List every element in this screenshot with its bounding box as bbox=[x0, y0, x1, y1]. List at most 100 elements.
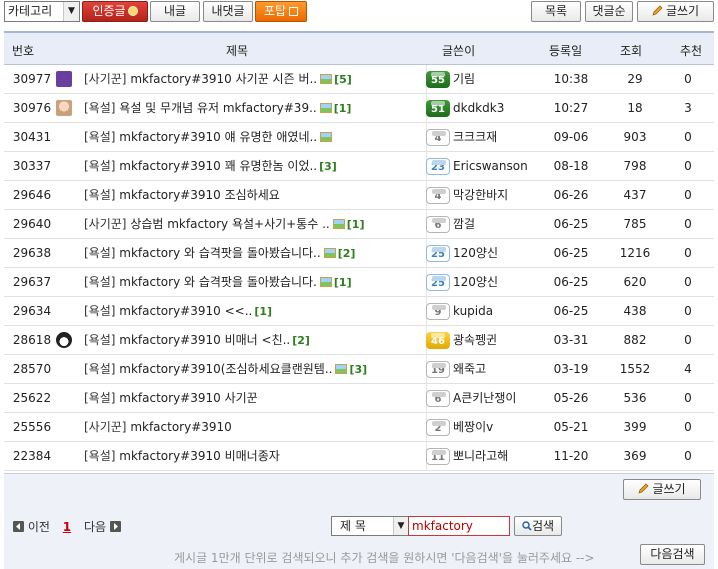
post-title-link[interactable]: mkfactory#3910 사기꾼 bbox=[119, 391, 257, 405]
post-title-cell[interactable]: [욕설] 욕설 및 무개념 유저 mkfactory#39.. [1] bbox=[84, 94, 424, 123]
writer-name[interactable]: 왜죽고 bbox=[453, 362, 486, 376]
table-row[interactable]: 28570 [욕설] mkfactory#3910(조심하세요클랜원템.. [3] 1… bbox=[4, 355, 714, 384]
post-title-link[interactable]: mkfactory#3910 얘 유명한 애였네.. bbox=[119, 130, 317, 144]
table-row[interactable]: 30976 [욕설] 욕설 및 무개념 유저 mkfactory#39.. [1] 5… bbox=[4, 94, 714, 123]
list-button[interactable]: 목록 bbox=[531, 1, 581, 22]
search-button[interactable]: 검색 bbox=[514, 516, 562, 536]
writer-name[interactable]: 광속펭귄 bbox=[453, 333, 497, 347]
writer-cell[interactable]: 46 광속펭귄 bbox=[426, 326, 546, 355]
comment-count[interactable]: [5] bbox=[334, 73, 352, 86]
writer-name[interactable]: 깜걸 bbox=[453, 217, 475, 231]
writer-name[interactable]: 베짱이v bbox=[453, 420, 493, 434]
post-title-cell[interactable]: [욕설] mkfactory 와 습격팟을 돌아봤습니다. [1] bbox=[84, 268, 424, 297]
table-row[interactable]: 25622 [욕설] mkfactory#3910 사기꾼 6 A큰키난쟁이 05-26… bbox=[4, 384, 714, 413]
table-row[interactable]: 30337 [욕설] mkfactory#3910 꽤 유명한놈 이었.. [3] 2… bbox=[4, 152, 714, 181]
post-title-link[interactable]: mkfactory#3910 조심하세요 bbox=[119, 188, 280, 202]
writer-cell[interactable]: 55 기림 bbox=[426, 65, 546, 94]
next-arrow-icon[interactable] bbox=[109, 521, 121, 532]
writer-name[interactable]: Ericswanson bbox=[453, 159, 528, 173]
post-title-link[interactable]: mkfactory#3910 <<.. bbox=[119, 304, 252, 318]
writer-name[interactable]: 기림 bbox=[453, 72, 475, 86]
post-title-link[interactable]: mkfactory#3910 비매너 <친.. bbox=[119, 333, 290, 347]
comment-order-button[interactable]: 댓글순 bbox=[585, 1, 633, 22]
search-field-select[interactable]: 제 목 ▼ bbox=[331, 516, 409, 536]
category-select[interactable]: 카테고리 ▼ bbox=[4, 1, 80, 22]
post-title-cell[interactable]: [욕설] mkfactory#3910 <<.. [1] bbox=[84, 297, 424, 326]
comment-count[interactable]: [1] bbox=[254, 305, 272, 318]
comment-count[interactable]: [1] bbox=[334, 102, 352, 115]
writer-cell[interactable]: 51 dkdkdk3 bbox=[426, 94, 546, 123]
table-row[interactable]: 30431 [욕설] mkfactory#3910 얘 유명한 애였네.. 4 크크크… bbox=[4, 123, 714, 152]
prev-page-link[interactable]: 이전 bbox=[28, 520, 50, 534]
post-category: [욕설] bbox=[84, 130, 116, 144]
table-row[interactable]: 29638 [욕설] mkfactory 와 습격팟을 돌아봤습니다.. [2] 25… bbox=[4, 239, 714, 268]
writer-cell[interactable]: 19 왜죽고 bbox=[426, 355, 546, 384]
writer-name[interactable]: 막강한바지 bbox=[453, 188, 508, 202]
table-row[interactable]: 30977 [사기꾼] mkfactory#3910 사기꾼 시즌 버.. [5] 5… bbox=[4, 65, 714, 94]
post-title-cell[interactable]: [욕설] mkfactory#3910 사기꾼 bbox=[84, 384, 424, 413]
writer-name[interactable]: 120양신 bbox=[453, 275, 498, 289]
my-comments-button[interactable]: 내댓글 bbox=[203, 1, 253, 22]
write-button-bottom[interactable]: 글쓰기 bbox=[623, 479, 701, 500]
write-button-top[interactable]: 글쓰기 bbox=[637, 1, 714, 22]
writer-cell[interactable]: 11 뽀니라고해 bbox=[426, 442, 546, 471]
table-row[interactable]: 25556 [사기꾼] mkfactory#3910 2 베짱이v 05-21 399 0 bbox=[4, 413, 714, 442]
post-title-cell[interactable]: [욕설] mkfactory#3910 비매너 <친.. [2] bbox=[84, 326, 424, 355]
writer-name[interactable]: 뽀니라고해 bbox=[453, 449, 508, 463]
writer-name[interactable]: A큰키난쟁이 bbox=[453, 391, 516, 405]
writer-name[interactable]: 120양신 bbox=[453, 246, 498, 260]
post-title-link[interactable]: mkfactory#3910(조심하세요클랜원템.. bbox=[119, 362, 332, 376]
writer-cell[interactable]: 9 kupida bbox=[426, 297, 546, 326]
post-title-cell[interactable]: [욕설] mkfactory#3910 꽤 유명한놈 이었.. [3] bbox=[84, 152, 424, 181]
post-title-link[interactable]: mkfactory 와 습격팟을 돌아봤습니다. bbox=[119, 275, 317, 289]
writer-cell[interactable]: 25 120양신 bbox=[426, 268, 546, 297]
writer-cell[interactable]: 4 막강한바지 bbox=[426, 181, 546, 210]
prev-arrow-icon[interactable] bbox=[13, 521, 24, 532]
post-title-cell[interactable]: [욕설] mkfactory 와 습격팟을 돌아봤습니다.. [2] bbox=[84, 239, 424, 268]
search-input[interactable] bbox=[408, 516, 510, 536]
comment-count[interactable]: [2] bbox=[292, 334, 310, 347]
table-row[interactable]: 29640 [사기꾼] 상습범 mkfactory 욕설+사기+통수 .. [1] 6… bbox=[4, 210, 714, 239]
post-title-link[interactable]: mkfactory#3910 bbox=[130, 420, 232, 434]
post-title-link[interactable]: mkfactory 와 습격팟을 돌아봤습니다.. bbox=[119, 246, 320, 260]
post-title-cell[interactable]: [사기꾼] mkfactory#3910 사기꾼 시즌 버.. [5] bbox=[84, 65, 424, 94]
writer-cell[interactable]: 4 크크크재 bbox=[426, 123, 546, 152]
comment-count[interactable]: [3] bbox=[319, 160, 337, 173]
post-title-link[interactable]: 상습범 mkfactory 욕설+사기+통수 .. bbox=[130, 217, 329, 231]
writer-cell[interactable]: 6 깜걸 bbox=[426, 210, 546, 239]
view-count: 437 bbox=[623, 188, 647, 202]
post-title-cell[interactable]: [욕설] mkfactory#3910 조심하세요 bbox=[84, 181, 424, 210]
certified-posts-button[interactable]: 인증글 bbox=[82, 1, 148, 22]
my-posts-button[interactable]: 내글 bbox=[150, 1, 200, 22]
writer-cell[interactable]: 2 베짱이v bbox=[426, 413, 546, 442]
table-row[interactable]: 29634 [욕설] mkfactory#3910 <<.. [1] 9 kupida 0… bbox=[4, 297, 714, 326]
table-row[interactable]: 29637 [욕설] mkfactory 와 습격팟을 돌아봤습니다. [1] 25 1… bbox=[4, 268, 714, 297]
post-title-link[interactable]: mkfactory#3910 비매너종자 bbox=[119, 449, 280, 463]
post-title-link[interactable]: mkfactory#3910 꽤 유명한놈 이었.. bbox=[119, 159, 317, 173]
post-category: [사기꾼] bbox=[84, 72, 127, 86]
comment-count[interactable]: [1] bbox=[347, 218, 365, 231]
table-row[interactable]: 22384 [욕설] mkfactory#3910 비매너종자 11 뽀니라고해 11-… bbox=[4, 442, 714, 471]
current-page[interactable]: 1 bbox=[63, 520, 71, 534]
table-row[interactable]: 28618 [욕설] mkfactory#3910 비매너 <친.. [2] 46 광속… bbox=[4, 326, 714, 355]
writer-cell[interactable]: 25 120양신 bbox=[426, 239, 546, 268]
writer-name[interactable]: kupida bbox=[453, 304, 493, 318]
writer-cell[interactable]: 23 Ericswanson bbox=[426, 152, 546, 181]
post-title-cell[interactable]: [욕설] mkfactory#3910 얘 유명한 애였네.. bbox=[84, 123, 424, 152]
writer-name[interactable]: 크크크재 bbox=[453, 130, 497, 144]
next-page-link[interactable]: 다음 bbox=[84, 520, 106, 534]
post-title-cell[interactable]: [사기꾼] 상습범 mkfactory 욕설+사기+통수 .. [1] bbox=[84, 210, 424, 239]
next-search-button[interactable]: 다음검색 bbox=[640, 544, 705, 565]
post-title-cell[interactable]: [욕설] mkfactory#3910 비매너종자 bbox=[84, 442, 424, 471]
writer-name[interactable]: dkdkdk3 bbox=[453, 101, 504, 115]
post-title-link[interactable]: 욕설 및 무개념 유저 mkfactory#39.. bbox=[119, 101, 316, 115]
comment-count[interactable]: [3] bbox=[349, 363, 367, 376]
post-title-cell[interactable]: [사기꾼] mkfactory#3910 bbox=[84, 413, 424, 442]
comment-count[interactable]: [1] bbox=[334, 276, 352, 289]
comment-count[interactable]: [2] bbox=[338, 247, 356, 260]
writer-cell[interactable]: 6 A큰키난쟁이 bbox=[426, 384, 546, 413]
table-row[interactable]: 29646 [욕설] mkfactory#3910 조심하세요 4 막강한바지 06-2… bbox=[4, 181, 714, 210]
post-title-link[interactable]: mkfactory#3910 사기꾼 시즌 버.. bbox=[130, 72, 317, 86]
poll-button[interactable]: 포탑 bbox=[255, 1, 307, 22]
post-title-cell[interactable]: [욕설] mkfactory#3910(조심하세요클랜원템.. [3] bbox=[84, 355, 424, 384]
